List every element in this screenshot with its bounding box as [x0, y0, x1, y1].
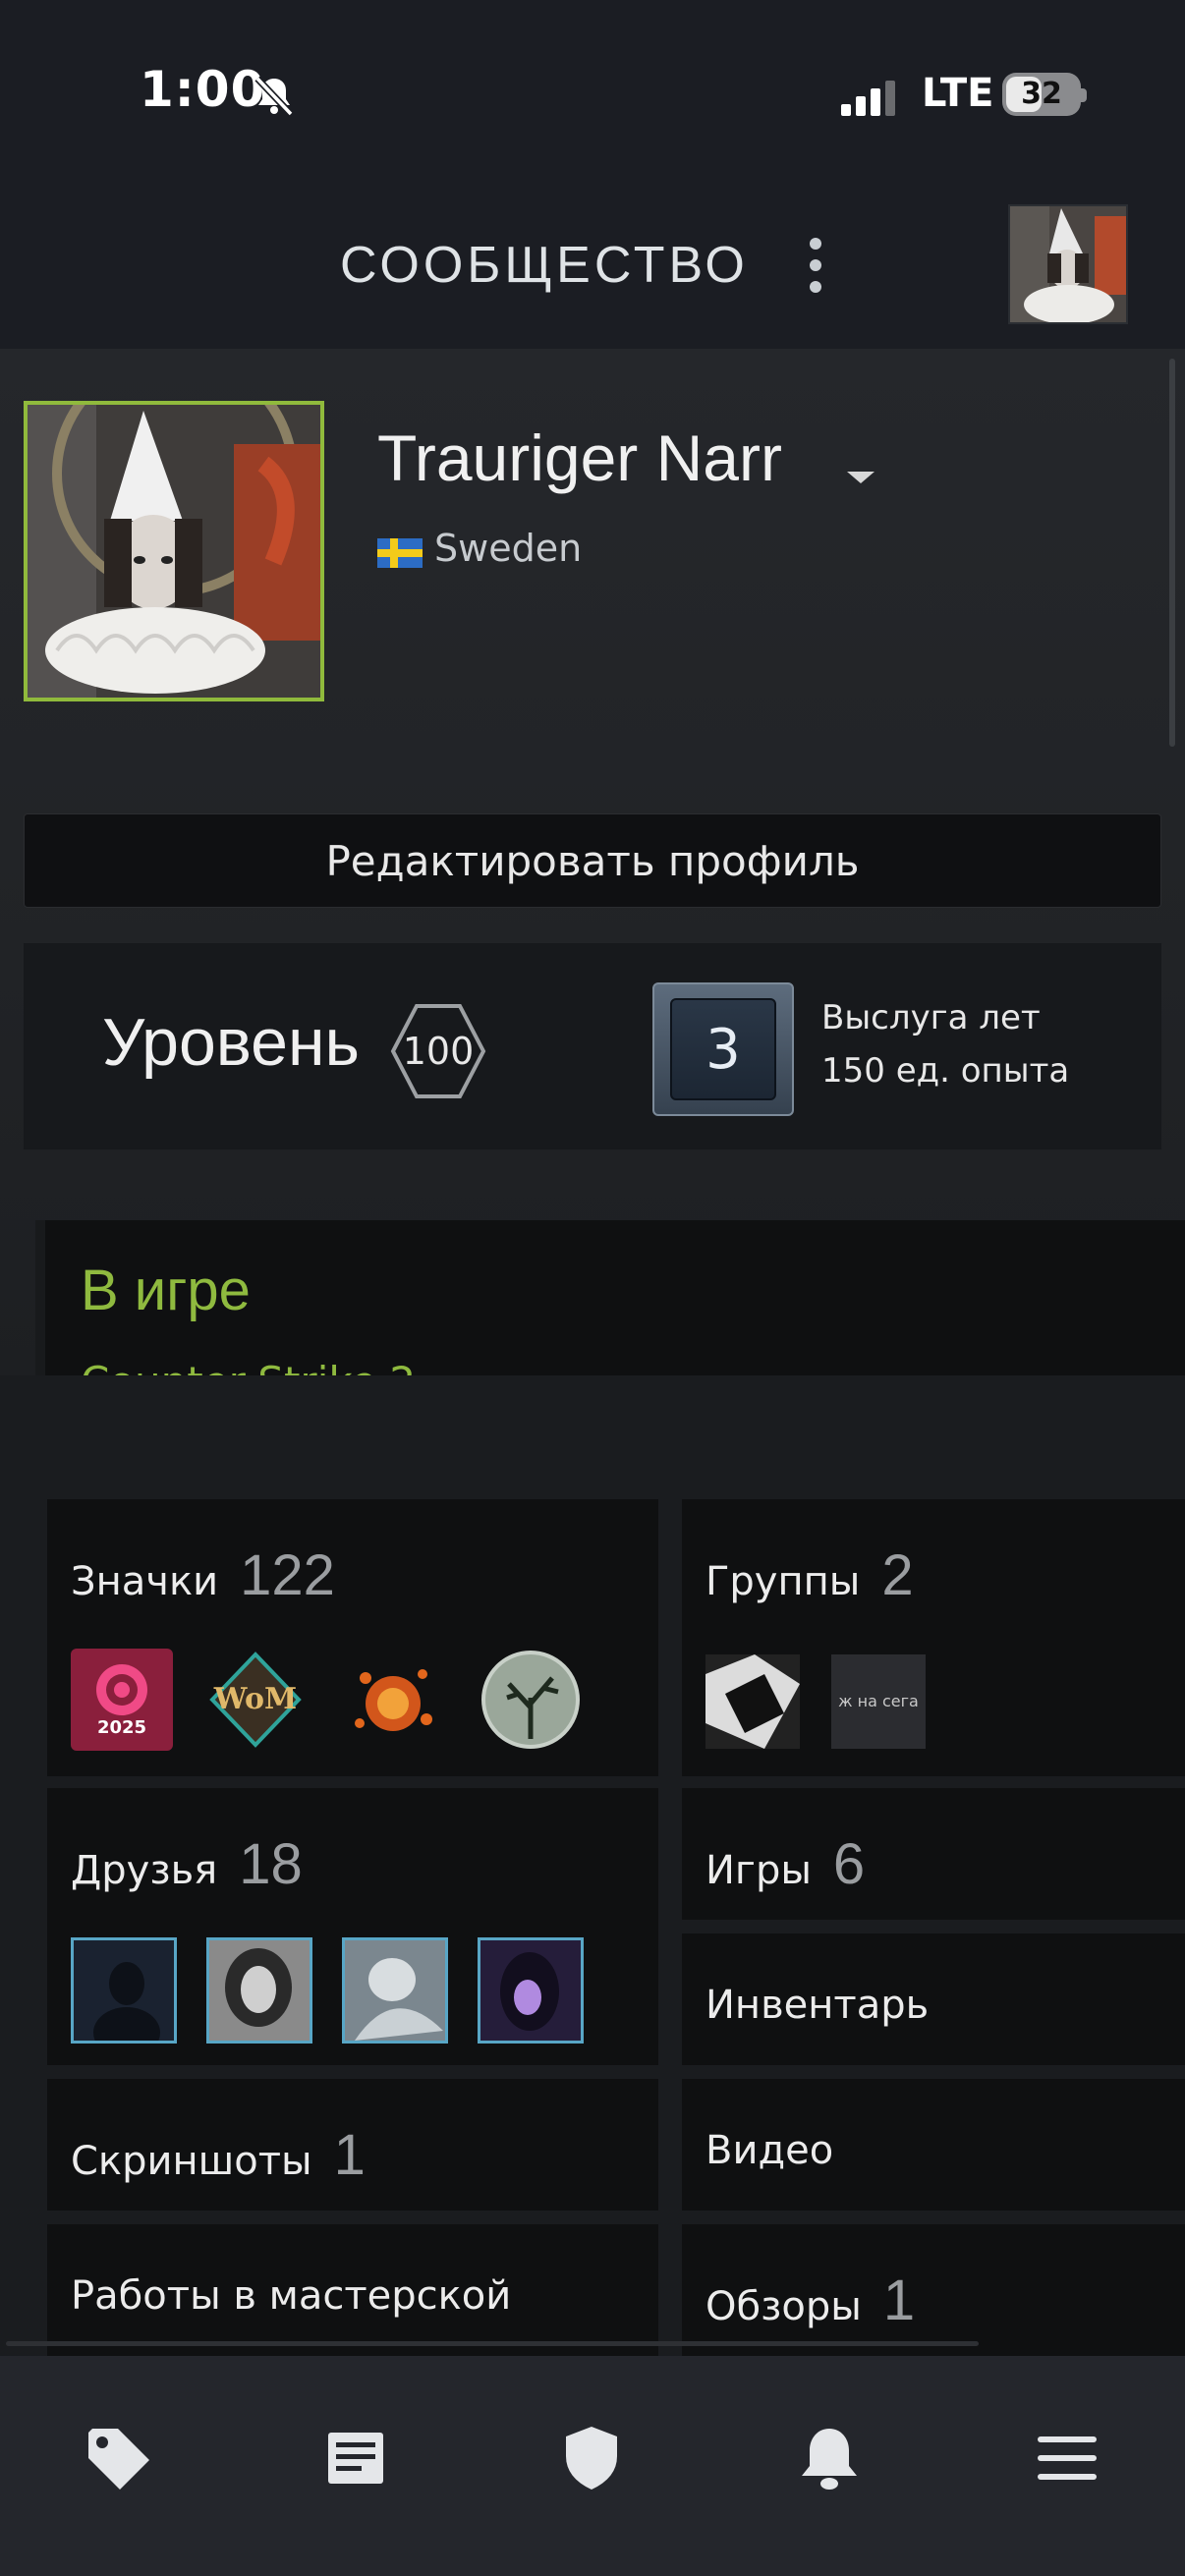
more-options-icon[interactable]: [808, 238, 823, 293]
tree-badge-icon[interactable]: [480, 1649, 582, 1751]
groups-label: Группы: [705, 1559, 861, 1604]
screenshots-count: 1: [333, 2123, 366, 2187]
signal-icon: [841, 81, 895, 116]
scroll-indicator: [6, 2341, 979, 2346]
badges-label: Значки: [71, 1559, 219, 1604]
profile-country: Sweden: [434, 527, 583, 570]
group-avatar[interactable]: [705, 1654, 800, 1749]
fire-orb-badge-icon[interactable]: [342, 1649, 444, 1751]
inventory-tile[interactable]: Инвентарь: [682, 1933, 1185, 2065]
chevron-down-icon[interactable]: [847, 472, 875, 483]
page-title: СООБЩЕСТВО: [340, 237, 749, 294]
steam-2025-badge-icon[interactable]: 2025: [71, 1649, 173, 1751]
status-bar: 1:00 LTE 32: [0, 0, 1185, 187]
pierrot-avatar-icon: [28, 405, 320, 698]
level-label: Уровень: [102, 1005, 360, 1080]
games-count: 6: [832, 1832, 866, 1896]
groups-count: 2: [881, 1543, 914, 1607]
news-icon[interactable]: [320, 2423, 391, 2493]
screenshots-label: Скриншоты: [71, 2139, 312, 2184]
service-badge-xp: 150 ед. опыта: [821, 1051, 1070, 1091]
screenshots-heading: Скриншоты 1: [71, 2122, 366, 2188]
bell-muted-icon: [254, 76, 294, 117]
group-avatar-text: ж на сега: [838, 1692, 919, 1710]
videos-tile[interactable]: Видео: [682, 2079, 1185, 2211]
bell-icon[interactable]: [794, 2423, 865, 2493]
group-avatar[interactable]: ж на сега: [831, 1654, 926, 1749]
menu-icon[interactable]: [1032, 2423, 1102, 2493]
games-label: Игры: [705, 1848, 812, 1893]
sweden-flag-icon: [377, 538, 423, 568]
level-panel[interactable]: Уровень 100 3 Выслуга лет 150 ед. опыта: [24, 943, 1161, 1149]
wom-badge-text: WoM: [213, 1682, 298, 1716]
badge-year: 2025: [96, 1717, 147, 1738]
workshop-label: Работы в мастерской: [71, 2273, 512, 2319]
inventory-label: Инвентарь: [705, 1983, 930, 2028]
screenshots-tile[interactable]: Скриншоты 1: [47, 2079, 658, 2211]
friends-heading: Друзья 18: [71, 1831, 303, 1897]
games-heading: Игры 6: [705, 1831, 865, 1897]
badges-count: 122: [240, 1543, 335, 1607]
wom-badge-icon[interactable]: WoM: [204, 1649, 307, 1751]
reviews-tile[interactable]: Обзоры 1: [682, 2224, 1185, 2356]
friend-avatar[interactable]: [71, 1937, 177, 2044]
status-time: 1:00: [140, 61, 266, 118]
group-image-icon: [705, 1654, 800, 1749]
battery-level: 32: [1021, 77, 1062, 111]
header-avatar[interactable]: [1008, 204, 1128, 324]
level-value: 100: [402, 1030, 475, 1073]
pierrot-avatar-icon: [1010, 206, 1126, 322]
friend-avatar[interactable]: [342, 1937, 448, 2044]
groups-tile[interactable]: Группы 2 ж на сега: [682, 1499, 1185, 1776]
tag-icon[interactable]: [83, 2423, 153, 2493]
app-header: СООБЩЕСТВО: [0, 187, 1185, 349]
edit-profile-button[interactable]: Редактировать профиль: [24, 813, 1161, 908]
workshop-tile[interactable]: Работы в мастерской: [47, 2224, 658, 2356]
service-years-number: 3: [670, 998, 776, 1100]
friends-tile[interactable]: Друзья 18: [47, 1788, 658, 2065]
friends-label: Друзья: [71, 1848, 218, 1893]
profile-username[interactable]: Trauriger Narr: [377, 420, 782, 495]
years-of-service-badge: 3: [652, 982, 794, 1116]
shield-icon[interactable]: [556, 2423, 627, 2493]
games-tile[interactable]: Игры 6: [682, 1788, 1185, 1920]
videos-label: Видео: [705, 2128, 834, 2173]
friend-avatar[interactable]: [478, 1937, 584, 2044]
friends-count: 18: [239, 1832, 303, 1896]
bottom-tab-bar: [0, 2356, 1185, 2576]
scrollbar[interactable]: [1169, 359, 1175, 747]
groups-heading: Группы 2: [705, 1542, 914, 1608]
reviews-label: Обзоры: [705, 2284, 862, 2329]
profile-avatar[interactable]: [24, 401, 324, 701]
badges-heading: Значки 122: [71, 1542, 335, 1608]
battery-cap: [1081, 88, 1087, 102]
service-badge-title: Выслуга лет: [821, 998, 1041, 1037]
friend-avatar[interactable]: [206, 1937, 312, 2044]
network-type: LTE: [922, 71, 994, 116]
badges-tile[interactable]: Значки 122 2025 WoM: [47, 1499, 658, 1776]
in-game-status: В игре: [81, 1259, 251, 1322]
reviews-count: 1: [882, 2268, 916, 2332]
battery-icon: 32: [1002, 73, 1081, 116]
reviews-heading: Обзоры 1: [705, 2268, 915, 2333]
